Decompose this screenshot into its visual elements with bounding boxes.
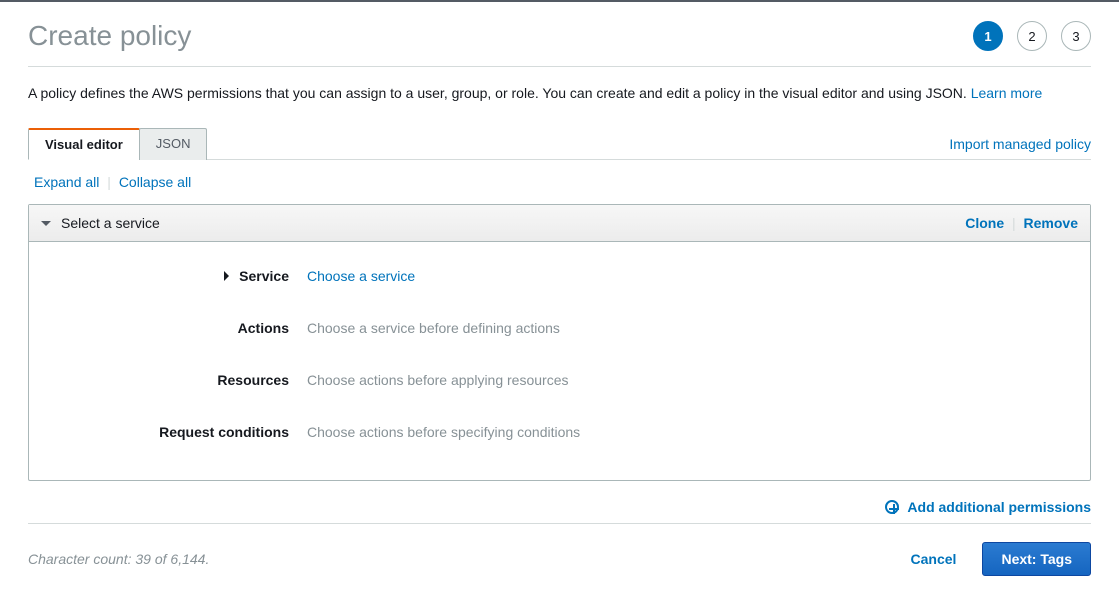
step-3[interactable]: 3 (1061, 21, 1091, 51)
add-additional-label: Add additional permissions (907, 499, 1091, 515)
character-count: Character count: 39 of 6,144. (28, 551, 209, 567)
row-service: Service Choose a service (47, 250, 1072, 302)
policy-description: A policy defines the AWS permissions tha… (28, 67, 1091, 127)
import-managed-policy-link[interactable]: Import managed policy (949, 136, 1091, 159)
remove-link[interactable]: Remove (1024, 215, 1078, 231)
step-1[interactable]: 1 (973, 21, 1003, 51)
expand-all-link[interactable]: Expand all (34, 174, 99, 190)
choose-service-link[interactable]: Choose a service (307, 268, 415, 284)
row-conditions: Request conditions Choose actions before… (47, 406, 1072, 458)
collapse-all-link[interactable]: Collapse all (119, 174, 191, 190)
row-actions: Actions Choose a service before defining… (47, 302, 1072, 354)
separator: | (1012, 215, 1016, 231)
step-2[interactable]: 2 (1017, 21, 1047, 51)
plus-circle-icon (885, 500, 899, 514)
description-text: A policy defines the AWS permissions tha… (28, 85, 971, 101)
panel-toggle[interactable]: Select a service (41, 215, 160, 231)
separator: | (107, 174, 111, 190)
conditions-label: Request conditions (159, 424, 289, 440)
add-additional-permissions-link[interactable]: Add additional permissions (885, 499, 1091, 515)
learn-more-link[interactable]: Learn more (971, 85, 1043, 101)
service-label: Service (239, 268, 289, 284)
wizard-steps: 1 2 3 (973, 21, 1091, 51)
row-resources: Resources Choose actions before applying… (47, 354, 1072, 406)
caret-right-icon[interactable] (224, 271, 229, 281)
clone-link[interactable]: Clone (965, 215, 1004, 231)
resources-label: Resources (217, 372, 289, 388)
page-title: Create policy (28, 20, 191, 52)
panel-title: Select a service (61, 215, 160, 231)
tab-json[interactable]: JSON (139, 128, 208, 160)
editor-tabs: Visual editor JSON (28, 127, 207, 159)
actions-value: Choose a service before defining actions (307, 320, 560, 336)
cancel-button[interactable]: Cancel (905, 550, 963, 568)
conditions-value: Choose actions before specifying conditi… (307, 424, 580, 440)
resources-value: Choose actions before applying resources (307, 372, 569, 388)
actions-label: Actions (238, 320, 289, 336)
next-tags-button[interactable]: Next: Tags (982, 542, 1091, 576)
service-panel: Select a service Clone | Remove Service … (28, 204, 1091, 481)
tab-visual-editor[interactable]: Visual editor (28, 128, 140, 160)
caret-down-icon (41, 221, 51, 226)
